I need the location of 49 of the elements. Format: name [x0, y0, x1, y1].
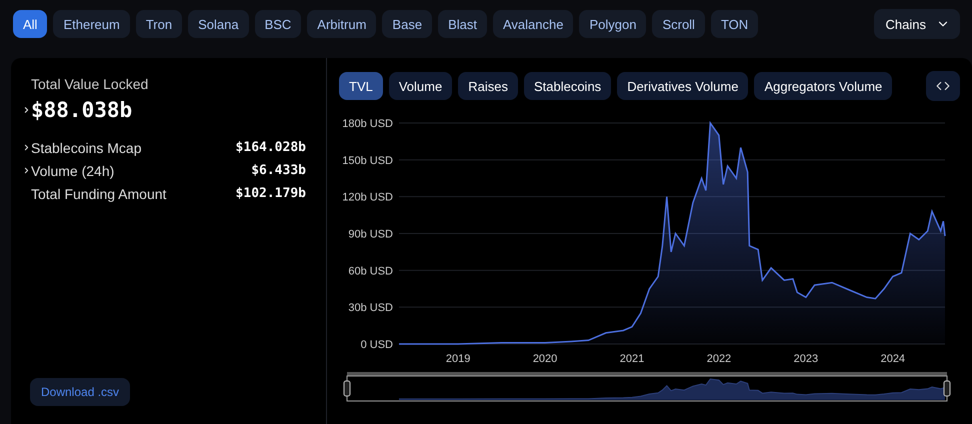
tvl-value: $88.038b	[31, 98, 132, 122]
x-axis-label: 2021	[620, 353, 644, 365]
tvl-title: Total Value Locked	[31, 76, 150, 92]
stat-label: Stablecoins Mcap	[31, 140, 143, 156]
stat-value: $102.179b	[236, 186, 306, 201]
embed-button[interactable]	[926, 71, 960, 101]
chain-tab[interactable]: Avalanche	[492, 10, 574, 38]
stat-value: $164.028b	[236, 140, 306, 155]
chain-tab[interactable]: Polygon	[579, 10, 646, 38]
stat-value: $6.433b	[251, 163, 306, 178]
range-navigator[interactable]	[346, 372, 948, 402]
stat-label: Total Funding Amount	[31, 186, 168, 202]
x-axis-label: 2019	[446, 353, 470, 365]
y-axis-label: 150b USD	[342, 154, 393, 167]
expand-icon[interactable]	[22, 165, 31, 176]
chain-tab[interactable]: Base	[382, 10, 432, 38]
code-icon	[936, 79, 950, 93]
x-axis-label: 2022	[706, 353, 732, 365]
range-handle[interactable]	[344, 380, 350, 396]
y-axis-label: 60b USD	[348, 265, 393, 278]
stat-label: Volume (24h)	[31, 162, 116, 178]
y-axis-label: 180b USD	[342, 118, 393, 130]
y-axis-label: 30b USD	[348, 302, 393, 314]
chain-tab[interactable]: Ethereum	[53, 10, 130, 38]
chain-tab[interactable]: Scroll	[652, 10, 705, 38]
y-axis-label: 120b USD	[342, 192, 393, 204]
chart-tab[interactable]: Derivatives Volume	[617, 72, 748, 100]
chart-tab[interactable]: TVL	[339, 72, 383, 100]
expand-icon[interactable]	[22, 104, 31, 116]
chain-tab[interactable]: Tron	[136, 10, 182, 38]
x-axis-label: 2024	[880, 353, 906, 365]
chain-tab[interactable]: Blast	[438, 10, 487, 38]
x-axis-label: 2020	[532, 353, 558, 365]
y-axis-label: 0 USD	[360, 339, 393, 351]
chain-tab[interactable]: All	[13, 10, 48, 38]
chains-dropdown[interactable]: Chains	[874, 9, 960, 39]
chart-tab[interactable]: Raises	[458, 72, 518, 100]
range-handle[interactable]	[944, 380, 950, 396]
expand-icon[interactable]	[22, 142, 31, 153]
chain-tab[interactable]: Solana	[188, 10, 249, 38]
chart-tab[interactable]: Aggregators Volume	[754, 72, 892, 100]
x-axis-label: 2023	[794, 353, 818, 365]
chart-tab[interactable]: Stablecoins	[524, 72, 612, 100]
chain-tab[interactable]: BSC	[254, 10, 302, 38]
download-csv-button[interactable]: Download .csv	[30, 378, 130, 406]
chart-tab[interactable]: Volume	[388, 72, 452, 100]
chain-tab[interactable]: TON	[710, 10, 758, 38]
y-axis-label: 90b USD	[348, 228, 393, 240]
chain-tab[interactable]: Arbitrum	[307, 10, 376, 38]
